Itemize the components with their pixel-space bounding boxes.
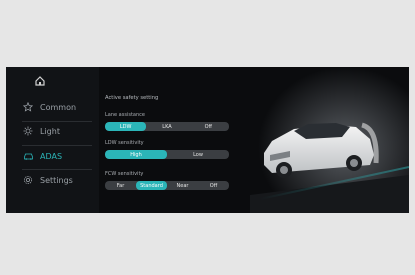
- option-off[interactable]: Off: [198, 181, 229, 190]
- sidebar-item-settings[interactable]: Settings: [22, 172, 92, 188]
- sidebar-item-adas[interactable]: ADAS: [22, 148, 92, 164]
- option-off[interactable]: Off: [188, 122, 229, 131]
- star-icon: [22, 101, 34, 113]
- settings-panel: Active safety setting Lane assistance LD…: [105, 67, 245, 213]
- sidebar-item-common[interactable]: Common: [22, 99, 92, 115]
- lane-assistance-label: Lane assistance: [105, 112, 145, 118]
- sidebar-item-label: Light: [40, 126, 60, 136]
- home-icon[interactable]: [34, 75, 46, 87]
- fcw-sensitivity-selector: Far Standard Near Off: [105, 181, 229, 190]
- sidebar-item-label: ADAS: [40, 151, 63, 161]
- option-lka[interactable]: LKA: [146, 122, 187, 131]
- fcw-sensitivity-label: FCW sensitivity: [105, 171, 144, 177]
- lane-assistance-selector: LDW LKA Off: [105, 122, 229, 131]
- option-standard[interactable]: Standard: [136, 181, 167, 190]
- option-near[interactable]: Near: [167, 181, 198, 190]
- divider: [22, 121, 92, 122]
- sidebar: Common Light ADAS Settings: [6, 67, 99, 213]
- option-ldw[interactable]: LDW: [105, 122, 147, 131]
- infotainment-screen: Common Light ADAS Settings Active safety…: [6, 67, 409, 213]
- page-title: Active safety setting: [105, 95, 159, 101]
- option-high[interactable]: High: [105, 150, 167, 159]
- ldw-sensitivity-selector: High Low: [105, 150, 229, 159]
- divider: [22, 145, 92, 146]
- car-illustration: [250, 67, 409, 213]
- ldw-sensitivity-label: LDW sensitivity: [105, 140, 144, 146]
- sidebar-item-label: Settings: [40, 175, 73, 185]
- option-low[interactable]: Low: [167, 150, 229, 159]
- adas-car-icon: [22, 150, 34, 162]
- sidebar-item-light[interactable]: Light: [22, 123, 92, 139]
- sidebar-item-label: Common: [40, 102, 77, 112]
- divider: [22, 169, 92, 170]
- option-far[interactable]: Far: [105, 181, 136, 190]
- gear-icon: [22, 174, 34, 186]
- sun-icon: [22, 125, 34, 137]
